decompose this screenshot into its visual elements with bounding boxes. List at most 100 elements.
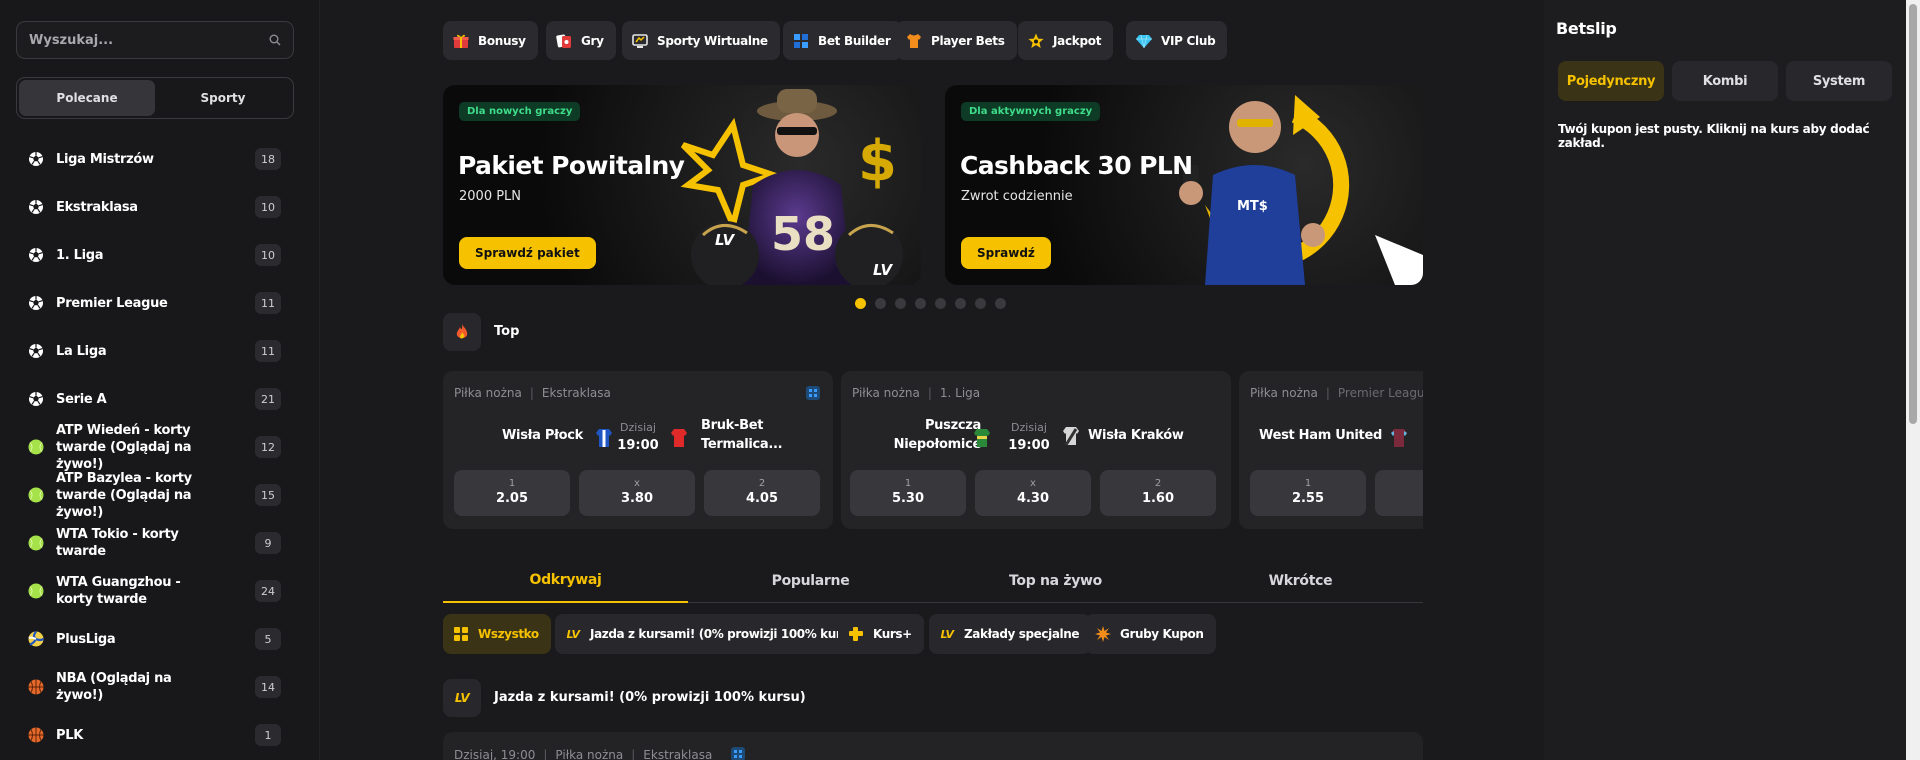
league-count-badge: 24 [255,580,281,602]
search-icon[interactable] [269,34,281,46]
tab-top-na-zywo[interactable]: Top na żywo [933,558,1178,603]
football-icon [28,343,44,359]
nav-player-bets[interactable]: Player Bets [896,21,1017,60]
odd-button-x[interactable] [1375,470,1423,516]
basketball-icon [28,727,44,743]
league-count-badge: 18 [255,148,281,170]
chip-label: Kurs+ [873,627,912,641]
match-time: Dzisiaj 19:00 [1008,421,1050,453]
league-item[interactable]: WTA Guangzhou - korty twarde 24 [0,567,320,615]
carousel-dot[interactable] [895,298,906,309]
tabs: Odkrywaj Popularne Top na żywo Wkrótce [443,558,1423,603]
nav-gry[interactable]: Gry [546,21,616,60]
home-team: Wisła Płock [502,428,583,443]
odd-button-1[interactable]: 1 2.05 [454,470,570,516]
carousel-dot[interactable] [995,298,1006,309]
banner-welcome[interactable]: $ 58 LV LV Dla nowych graczy Pakiet Powi… [443,85,921,285]
odd-button-2[interactable]: 2 1.60 [1100,470,1216,516]
svg-text:LV: LV [873,261,893,279]
away-team: Bruk-Bet Termalica... [701,418,783,452]
league-item[interactable]: NBA (Oglądaj na żywo!) 14 [0,663,320,711]
league-item[interactable]: ATP Bazylea - korty twarde (Oglądaj na ż… [0,470,320,520]
odd-button-1[interactable]: 1 2.55 [1250,470,1366,516]
svg-text:58: 58 [771,207,835,261]
league-item[interactable]: PLK 1 [0,711,320,759]
league-item[interactable]: Premier League 11 [0,279,320,327]
tab-sporty[interactable]: Sporty [155,80,291,116]
carousel-dot[interactable] [915,298,926,309]
carousel-dot[interactable] [955,298,966,309]
burst-icon [1095,626,1111,642]
league-item[interactable]: Serie A 21 [0,375,320,423]
league-item[interactable]: Ekstraklasa 10 [0,183,320,231]
bet-builder-icon [793,33,809,49]
league-name: 1. Liga [56,247,104,263]
banner-title: Pakiet Powitalny [458,151,685,180]
nav-bet-builder[interactable]: Bet Builder [783,21,903,60]
league-name: Premier League [56,295,168,311]
league-item[interactable]: Liga Mistrzów 18 [0,135,320,183]
banner-tag: Dla nowych graczy [459,102,581,121]
chip-label: Zakłady specjalne [964,627,1080,641]
odd-button-x[interactable]: x 3.80 [579,470,695,516]
check-package-button[interactable]: Sprawdź pakiet [459,237,596,269]
chip-kurs-plus[interactable]: Kurs+ [838,614,924,654]
match-meta: Dzisiaj, 19:00 | Piłka nożna | Ekstraklasa [454,746,746,760]
sidebar-segment: Polecane Sporty [16,77,294,119]
virtual-sports-icon [632,33,648,49]
tab-polecane[interactable]: Polecane [19,80,155,116]
chip-jazda-z-kursami[interactable]: LV Jazda z kursami! (0% prowizji 100% ku… [555,614,874,654]
league-count-badge: 11 [255,340,281,362]
odd-button-x[interactable]: x 4.30 [975,470,1091,516]
football-icon [28,151,44,167]
league-name: Liga Mistrzów [56,151,154,167]
carousel-dot[interactable] [935,298,946,309]
odd-button-1[interactable]: 1 5.30 [850,470,966,516]
chip-zaklady-specjalne[interactable]: LV Zakłady specjalne [929,614,1092,654]
grid-icon [453,626,469,642]
nav-sporty-wirtualne[interactable]: Sporty Wirtualne [622,21,780,60]
league-item[interactable]: PlusLiga 5 [0,615,320,663]
tennis-ball-icon [28,583,44,599]
tab-kombi[interactable]: Kombi [1672,61,1778,101]
league-item[interactable]: WTA Tokio - korty twarde 9 [0,519,320,567]
nav-label: Bonusy [478,33,526,48]
chip-gruby-kupon[interactable]: Gruby Kupon [1085,614,1216,654]
banner-subtitle: Zwrot codziennie [961,189,1073,204]
scrollbar[interactable] [1906,0,1920,760]
nav-bonusy[interactable]: Bonusy [443,21,538,60]
odd-button-2[interactable]: 2 4.05 [704,470,820,516]
chip-wszystko[interactable]: Wszystko [443,614,551,654]
nav-vip-club[interactable]: VIP Club [1126,21,1228,60]
league-item[interactable]: La Liga 11 [0,327,320,375]
nav-label: Sporty Wirtualne [657,33,768,48]
carousel-dot[interactable] [855,298,866,309]
banner-cashback[interactable]: MT$ Dla aktywnych graczy Cashback 30 PLN… [945,85,1423,285]
league-name: WTA Guangzhou - korty twarde [56,575,181,607]
carousel-dot[interactable] [975,298,986,309]
match-card: Dzisiaj, 19:00 | Piłka nożna | Ekstraklasa [443,732,1423,760]
tab-pojedynczny[interactable]: Pojedynczny [1558,61,1664,101]
league-name: Ekstraklasa [56,199,138,215]
league-item[interactable]: 1. Liga 10 [0,231,320,279]
svg-text:LV: LV [715,231,735,249]
league-item[interactable]: ATP Wiedeń - korty twarde (Oglądaj na ży… [0,423,320,472]
volleyball-icon [28,631,44,647]
league-count-badge: 9 [255,532,281,554]
bet-builder-icon [731,747,746,760]
chip-label: Gruby Kupon [1120,627,1204,641]
search-input[interactable] [17,22,247,58]
tab-system[interactable]: System [1786,61,1892,101]
tab-wkrotce[interactable]: Wkrótce [1178,558,1423,603]
chip-label: Wszystko [478,627,539,641]
match-card: Piłka nożna | Ekstraklasa Wisła Płock Dzis… [443,371,833,529]
league-count-badge: 1 [255,724,281,746]
nav-jackpot[interactable]: Jackpot [1018,21,1114,60]
tab-odkrywaj[interactable]: Odkrywaj [443,558,688,603]
carousel-dot[interactable] [875,298,886,309]
scrollbar-thumb[interactable] [1909,4,1917,424]
league-name: ATP Bazylea - korty twarde (Oglądaj na ż… [56,470,192,520]
betslip-panel: Betslip Pojedynczny Kombi System Twój ku… [1544,0,1906,760]
check-button[interactable]: Sprawdź [961,237,1051,269]
tab-popularne[interactable]: Popularne [688,558,933,603]
